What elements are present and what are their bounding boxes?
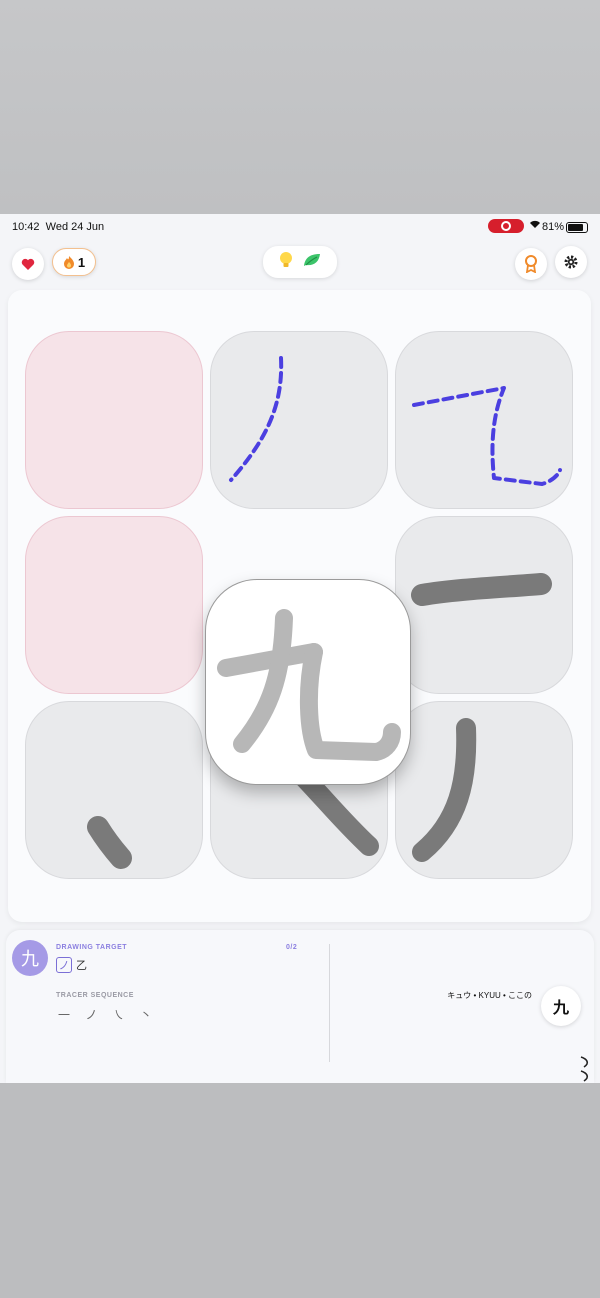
tile-stroke-option[interactable]	[395, 701, 573, 879]
stroke-board	[8, 290, 591, 922]
target-stroke-active[interactable]: ノ	[56, 957, 72, 973]
status-bar: 10:42 Wed 24 Jun 81%	[0, 214, 600, 238]
tile-empty[interactable]	[25, 516, 203, 694]
tile-stroke-option[interactable]	[25, 701, 203, 879]
leaf-icon[interactable]	[302, 252, 322, 273]
tracer-sequence: 一 ノ ㇏ 丶	[58, 1008, 159, 1022]
lives-button[interactable]	[12, 248, 44, 280]
stroke-ten	[87, 816, 132, 869]
achievements-button[interactable]	[515, 248, 547, 280]
battery-icon	[566, 222, 588, 233]
traced-stroke-no	[229, 356, 284, 482]
tracer-sequence-label: TRACER SEQUENCE	[56, 992, 134, 999]
target-character-tile	[205, 579, 411, 785]
date-text: Wed 24 Jun	[45, 221, 105, 233]
app-screen: 10:42 Wed 24 Jun 81% 1 九 DRAWING TARGET …	[0, 214, 600, 1083]
tile-empty[interactable]	[25, 331, 203, 509]
tile-stroke-option[interactable]	[395, 516, 573, 694]
screen-record-icon	[488, 219, 524, 233]
time-text: 10:42	[12, 221, 40, 233]
drawing-target-label: DRAWING TARGET	[56, 944, 128, 951]
gear-icon	[564, 255, 578, 269]
tile-traced-stroke[interactable]	[210, 331, 388, 509]
hint-toggle-group	[263, 246, 337, 278]
traced-stroke-otsu	[412, 386, 562, 486]
progress-counter: 0/2	[286, 944, 298, 951]
kanji-button[interactable]: 九	[541, 986, 581, 1026]
award-icon	[525, 255, 537, 273]
settings-button[interactable]	[555, 246, 587, 278]
stroke-no	[412, 718, 477, 862]
battery-percent: 81%	[542, 221, 565, 233]
kanji-badge: 九	[12, 940, 48, 976]
background-top	[0, 0, 600, 214]
streak-badge[interactable]: 1	[52, 248, 96, 276]
divider	[329, 944, 330, 1062]
target-stroke[interactable]: 乙	[76, 957, 87, 973]
target-strokes: ノ 乙	[56, 957, 87, 973]
wifi-icon	[529, 219, 541, 232]
lightbulb-icon[interactable]	[278, 251, 294, 274]
tile-traced-stroke[interactable]	[395, 331, 573, 509]
reading-text: キュウ • KYUU • ここの	[447, 991, 532, 1000]
flame-icon	[63, 256, 74, 269]
stroke-ichi	[411, 573, 552, 606]
heart-icon	[21, 258, 35, 270]
streak-count: 1	[77, 254, 86, 270]
target-character-kyuu	[217, 609, 401, 761]
status-time: 10:42 Wed 24 Jun	[12, 221, 104, 233]
scroll-handle-icon[interactable]	[578, 1055, 594, 1083]
background-bottom	[0, 1083, 600, 1298]
info-panel: 九 DRAWING TARGET 0/2 ノ 乙 TRACER SEQUENCE…	[6, 930, 594, 1083]
